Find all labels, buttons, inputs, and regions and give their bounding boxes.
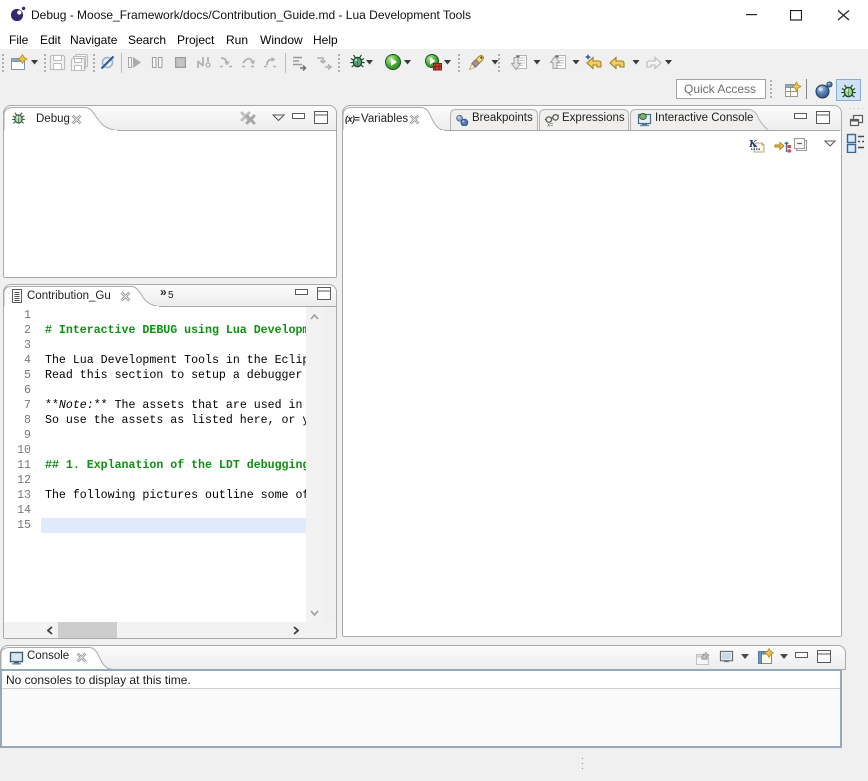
svg-text:K: K: [748, 138, 757, 150]
svg-text:x=: x=: [547, 123, 553, 128]
